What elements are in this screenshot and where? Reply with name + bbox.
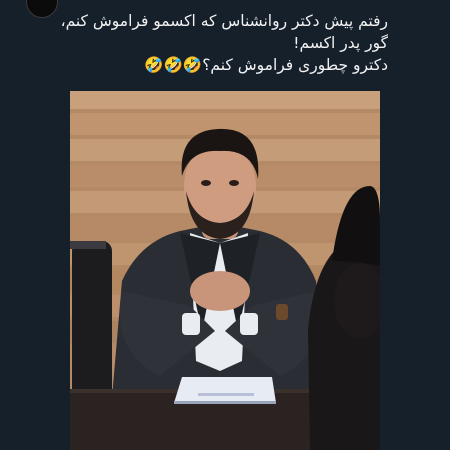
clipboard: [174, 377, 276, 404]
photo-illustration: [70, 91, 380, 450]
caption-line-2: گور پدر اکسم!: [293, 34, 388, 52]
social-post: رفتم پیش دکتر روانشناس که اکسمو فراموش ک…: [0, 0, 450, 450]
avatar[interactable]: [26, 0, 58, 18]
post-photo[interactable]: [70, 91, 380, 450]
caption-line-1: رفتم پیش دکتر روانشناس که اکسمو فراموش ک…: [60, 12, 388, 30]
post-caption: رفتم پیش دکتر روانشناس که اکسمو فراموش ک…: [60, 10, 388, 76]
caption-line-3: دکترو چطوری فراموش کنم؟🤣🤣🤣: [144, 56, 388, 74]
